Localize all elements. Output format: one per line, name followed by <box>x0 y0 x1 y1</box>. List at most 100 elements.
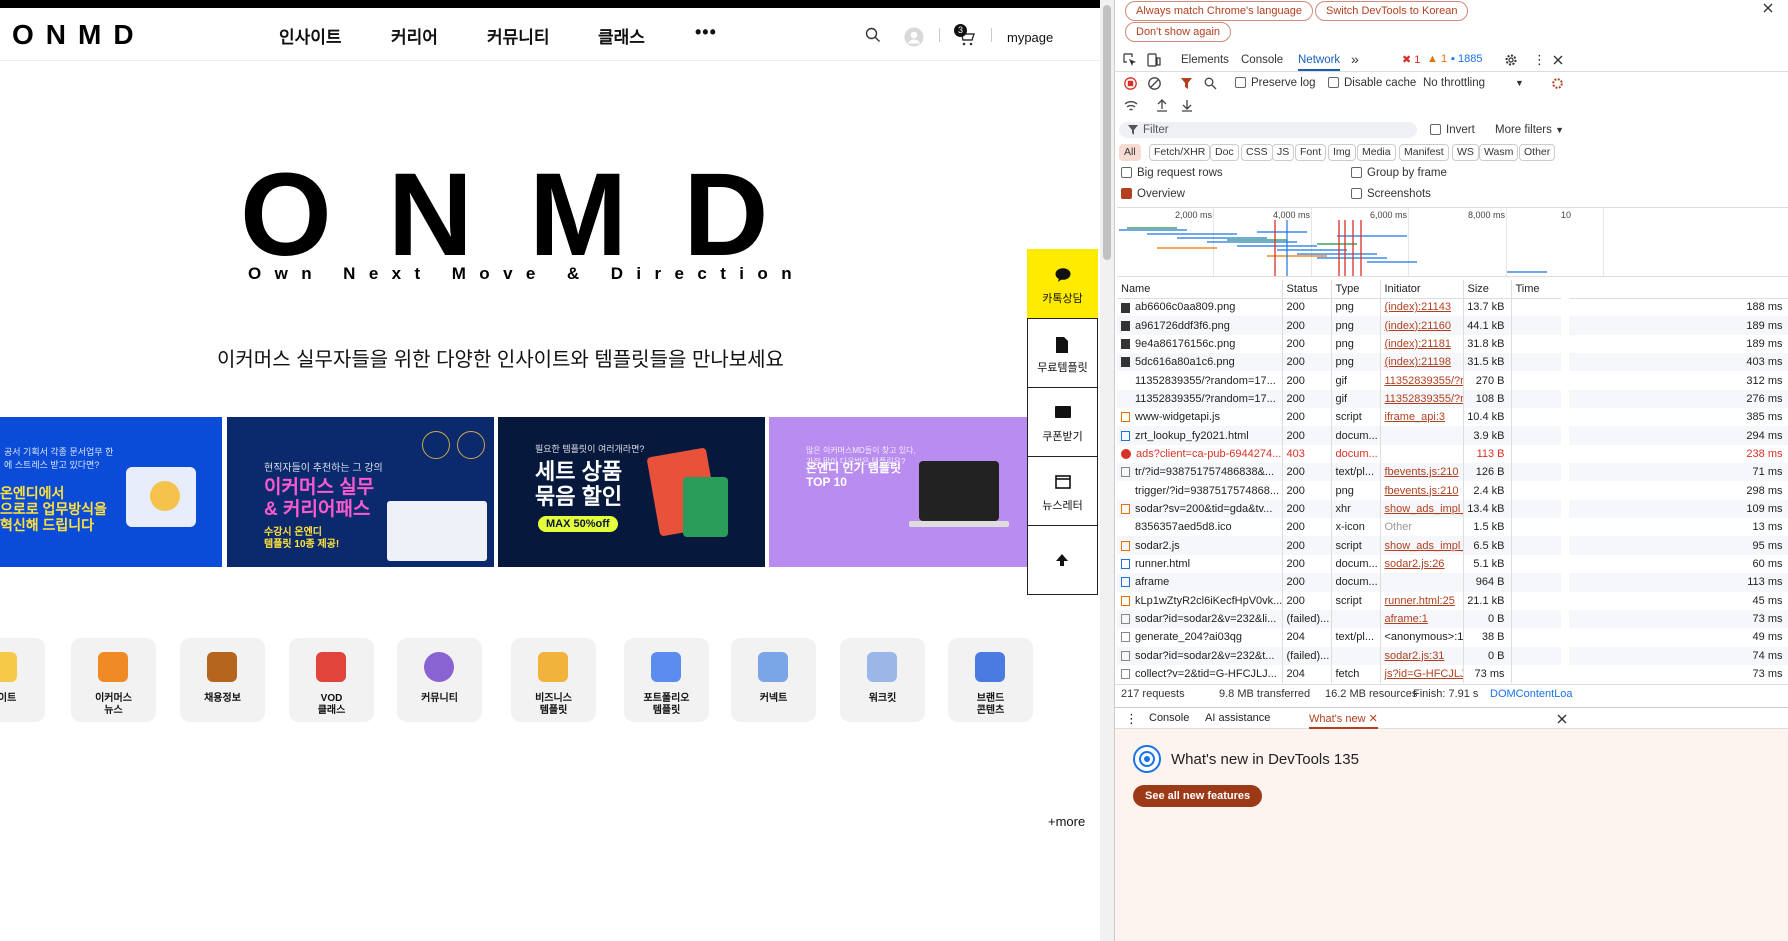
category-brand-content[interactable]: 브랜드 콘텐츠 <box>948 638 1033 722</box>
banner-work-innovation[interactable]: 공서 기획서 각종 문서업무 한에 스트레스 받고 있다면? 온엔디에서 으로로… <box>0 417 222 567</box>
category-site[interactable]: 사이트 <box>0 638 45 722</box>
tab-elements[interactable]: Elements <box>1181 54 1229 66</box>
filter-wasm[interactable]: Wasm <box>1479 144 1519 161</box>
see-all-features-button[interactable]: See all new features <box>1133 785 1263 807</box>
cell-initiator[interactable]: js?id=G-HFCJLJN <box>1380 664 1464 684</box>
col-initiator[interactable]: Initiator <box>1380 280 1464 299</box>
preserve-log-checkbox[interactable]: Preserve log <box>1235 77 1316 89</box>
warning-count[interactable]: ▲ 1 <box>1427 53 1447 65</box>
cell-initiator[interactable] <box>1380 573 1464 592</box>
filter-all[interactable]: All <box>1119 144 1141 161</box>
category-connect[interactable]: 커넥트 <box>731 638 816 722</box>
filter-doc[interactable]: Doc <box>1210 144 1239 161</box>
invert-checkbox[interactable]: Invert <box>1430 124 1475 136</box>
more-tabs-chevron-icon[interactable]: » <box>1351 51 1359 67</box>
col-type[interactable]: Type <box>1331 280 1381 299</box>
cell-initiator[interactable]: (index):21143 <box>1380 298 1464 317</box>
newsletter-button[interactable]: 뉴스레터 <box>1027 456 1098 526</box>
disable-cache-checkbox[interactable]: Disable cache <box>1328 77 1416 89</box>
cell-initiator[interactable]: fbevents.js:210 <box>1380 463 1464 482</box>
nav-class[interactable]: 클래스 <box>598 23 645 48</box>
switch-korean-button[interactable]: Switch DevTools to Korean <box>1315 1 1469 21</box>
table-row[interactable]: generate_204?ai03qg 204 text/pl... <anonymo… <box>1117 628 1788 647</box>
throttling-select[interactable]: No throttling ▼ <box>1423 77 1524 89</box>
nav-more-menu[interactable]: ••• <box>695 22 717 43</box>
clear-icon[interactable] <box>1148 77 1161 90</box>
table-row[interactable]: sodar?id=sodar2&v=232&t... (failed)... sod… <box>1117 646 1788 665</box>
kebab-menu-icon[interactable]: ⋮ <box>1533 52 1546 68</box>
filter-ws[interactable]: WS <box>1452 144 1479 161</box>
table-row[interactable]: sodar?sv=200&tid=gda&tv... 200 xhr show_ads… <box>1117 499 1788 519</box>
filter-js[interactable]: JS <box>1272 144 1295 161</box>
table-row[interactable]: sodar2.js 200 script show_ads_impl_f 6.5 kB 9… <box>1117 536 1788 555</box>
coupon-button[interactable]: 쿠폰받기 <box>1027 387 1098 457</box>
network-settings-gear-icon[interactable] <box>1551 77 1564 90</box>
category-ecommerce-news[interactable]: 이커머스 뉴스 <box>71 638 156 722</box>
drawer-menu-icon[interactable]: ⋮ <box>1125 711 1138 727</box>
tab-network[interactable]: Network <box>1298 54 1341 71</box>
scroll-top-button[interactable] <box>1027 525 1098 595</box>
cell-initiator[interactable]: <anonymous>:1 <box>1380 628 1464 647</box>
kakao-consult-button[interactable]: 카톡상담 <box>1027 249 1098 319</box>
category-business-template[interactable]: 비즈니스 템플릿 <box>511 638 596 722</box>
mypage-link[interactable]: mypage <box>1007 30 1053 45</box>
network-filter-input[interactable]: Filter <box>1119 122 1417 138</box>
table-row[interactable]: ads?client=ca-pub-6944274... 403 docum... 1… <box>1117 444 1788 464</box>
wifi-conditions-icon[interactable] <box>1124 100 1138 112</box>
col-name[interactable]: Name <box>1117 280 1283 299</box>
table-row[interactable]: www-widgetapi.js 200 script iframe_api:3 10.… <box>1117 408 1788 427</box>
group-by-frame-checkbox[interactable]: Group by frame <box>1351 167 1447 179</box>
cell-initiator[interactable] <box>1380 426 1464 445</box>
site-logo[interactable]: ONMD <box>12 19 146 51</box>
error-count[interactable]: ✖ 1 <box>1402 53 1420 66</box>
dont-show-again-button[interactable]: Don't show again <box>1125 22 1232 42</box>
filter-other[interactable]: Other <box>1519 144 1556 161</box>
filter-media[interactable]: Media <box>1357 144 1396 161</box>
category-workkit[interactable]: 워크킷 <box>840 638 925 722</box>
cell-initiator[interactable]: show_ads_impl_f <box>1380 499 1464 519</box>
filter-css[interactable]: CSS <box>1241 144 1273 161</box>
nav-insight[interactable]: 인사이트 <box>279 23 342 48</box>
cell-initiator[interactable] <box>1380 444 1464 464</box>
download-icon[interactable] <box>1181 99 1193 112</box>
filter-funnel-icon[interactable] <box>1180 77 1193 90</box>
network-overview-timeline[interactable]: 2,000 ms 4,000 ms 6,000 ms 8,000 ms 10 <box>1117 207 1788 277</box>
table-row[interactable]: 11352839355/?random=17... 200 gif 113528393… <box>1117 389 1788 409</box>
category-portfolio-template[interactable]: 포트폴리오 템플릿 <box>624 638 709 722</box>
cell-initiator[interactable]: (index):21160 <box>1380 316 1464 335</box>
table-row[interactable]: kLp1wZtyR2cl6iKecfHpV0vk... 200 script runn… <box>1117 591 1788 610</box>
table-row[interactable]: 11352839355/?random=17... 200 gif 113528393… <box>1117 371 1788 390</box>
category-vod-class[interactable]: VOD 클래스 <box>289 638 374 722</box>
match-language-button[interactable]: Always match Chrome's language <box>1125 1 1313 21</box>
filter-manifest[interactable]: Manifest <box>1399 144 1449 161</box>
cell-initiator[interactable]: sodar2.js:31 <box>1380 646 1464 665</box>
table-row[interactable]: 5dc616a80a1c6.png 200 png (index):21198 31.5… <box>1117 353 1788 372</box>
message-count[interactable]: ▪ 1885 <box>1451 53 1482 65</box>
table-row[interactable]: trigger/?id=9387517574868... 200 png fbeven… <box>1117 481 1788 500</box>
cell-initiator[interactable]: aframe:1 <box>1380 609 1464 629</box>
banner-ecommerce-course[interactable]: 현직자들이 추천하는 그 강의 이커머스 실무 & 커리어패스 수강시 온엔디 … <box>227 417 494 567</box>
table-row[interactable]: sodar?id=sodar2&v=232&li... (failed)... af… <box>1117 609 1788 629</box>
table-row[interactable]: runner.html 200 docum... sodar2.js:26 5.1 kB… <box>1117 554 1788 574</box>
avatar-icon[interactable] <box>904 27 924 47</box>
close-drawer-icon[interactable] <box>1557 714 1567 724</box>
table-row[interactable]: 8356357aed5d8.ico 200 x-icon Other 1.5 kB 13 … <box>1117 518 1788 537</box>
banner-top10[interactable]: 많은 이커머스MD들이 찾고 있다, 가장 많이 다운받은 템플릿은? 온엔디 … <box>769 417 1027 567</box>
drawer-tab-ai-assistance[interactable]: AI assistance <box>1205 712 1270 724</box>
cell-initiator[interactable]: show_ads_impl_f <box>1380 536 1464 555</box>
cell-initiator[interactable]: sodar2.js:26 <box>1380 554 1464 574</box>
page-scrollbar-thumb[interactable] <box>1103 5 1111 260</box>
more-filters-dropdown[interactable]: More filters ▼ <box>1495 124 1564 136</box>
filter-img[interactable]: Img <box>1328 144 1356 161</box>
category-community[interactable]: 커뮤니티 <box>397 638 482 722</box>
col-status[interactable]: Status <box>1282 280 1332 299</box>
more-link[interactable]: +more <box>1048 814 1085 829</box>
cell-initiator[interactable]: (index):21181 <box>1380 334 1464 354</box>
col-time[interactable]: Time <box>1511 280 1788 299</box>
cell-initiator[interactable]: 11352839355/?r <box>1380 371 1464 390</box>
table-row[interactable]: ab6606c0aa809.png 200 png (index):21143 13.7… <box>1117 298 1788 317</box>
cell-initiator[interactable]: fbevents.js:210 <box>1380 481 1464 500</box>
cell-initiator[interactable]: Other <box>1380 518 1464 537</box>
table-row[interactable]: zrt_lookup_fy2021.html 200 docum... 3.9 kB 2… <box>1117 426 1788 445</box>
filter-font[interactable]: Font <box>1295 144 1327 161</box>
